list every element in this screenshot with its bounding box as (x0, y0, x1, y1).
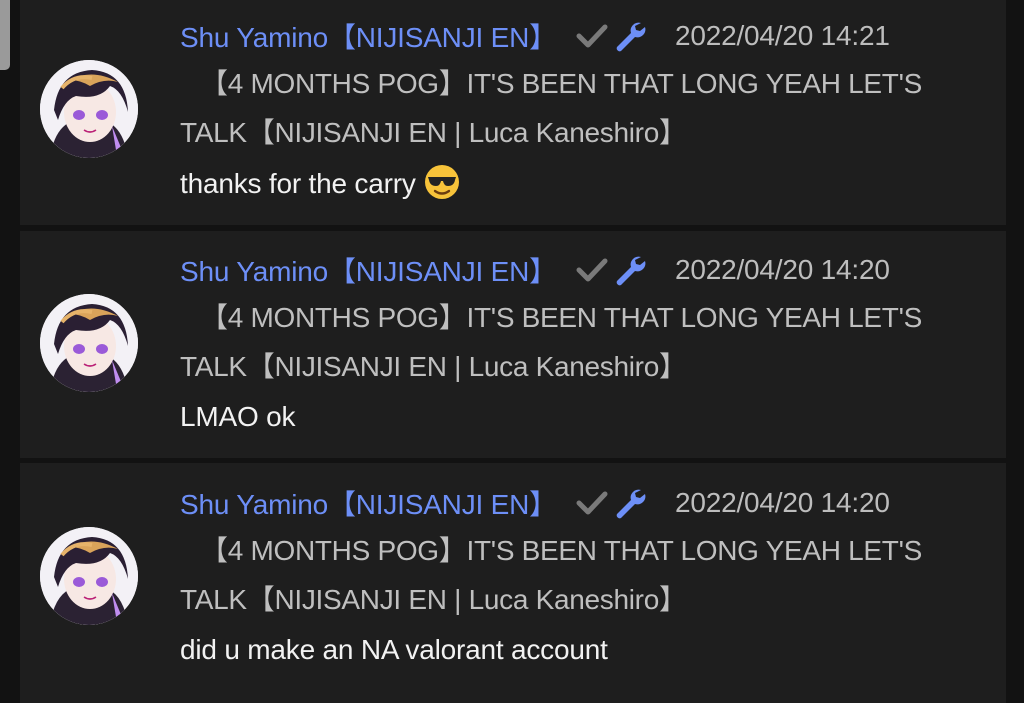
message-text: did u make an NA valorant account (180, 634, 608, 665)
comment-card[interactable]: Shu Yamino【NIJISANJI EN】 2022/04/20 14:2… (20, 463, 1006, 703)
wrench-moderator-icon (613, 486, 647, 520)
message-text: LMAO ok (180, 401, 296, 432)
timestamp: 2022/04/20 14:21 (674, 20, 890, 51)
comment-header: Shu Yamino【NIJISANJI EN】 2022/04/20 14:2… (180, 16, 890, 56)
comment-header: Shu Yamino【NIJISANJI EN】 2022/04/20 14:2… (180, 250, 890, 290)
video-title[interactable]: 【4 MONTHS POG】IT'S BEEN THAT LONG YEAH L… (180, 59, 980, 157)
video-title-line-2: TALK【NIJISANJI EN | Luca Kaneshiro】 (180, 584, 687, 615)
wrench-moderator-icon (613, 253, 647, 287)
message-text-wrapper: thanks for the carry (180, 164, 460, 204)
comment-card[interactable]: Shu Yamino【NIJISANJI EN】 2022/04/20 14:2… (20, 0, 1006, 225)
avatar[interactable] (40, 60, 138, 158)
smiling-face-with-sunglasses-icon (424, 164, 460, 200)
author-name[interactable]: Shu Yamino【NIJISANJI EN】 (180, 483, 557, 523)
wrench-moderator-icon (613, 19, 647, 53)
video-title-line-1: 【4 MONTHS POG】IT'S BEEN THAT LONG YEAH L… (200, 68, 923, 99)
video-title-line-2: TALK【NIJISANJI EN | Luca Kaneshiro】 (180, 117, 687, 148)
video-title[interactable]: 【4 MONTHS POG】IT'S BEEN THAT LONG YEAH L… (180, 526, 980, 624)
checkmark-verified-icon (575, 21, 609, 51)
avatar[interactable] (40, 294, 138, 392)
checkmark-verified-icon (575, 255, 609, 285)
timestamp: 2022/04/20 14:20 (674, 254, 890, 285)
checkmark-verified-icon (575, 488, 609, 518)
scrollbar-thumb[interactable] (0, 0, 10, 70)
comment-header: Shu Yamino【NIJISANJI EN】 2022/04/20 14:2… (180, 483, 890, 523)
message-text-wrapper: LMAO ok (180, 397, 296, 437)
video-title-line-1: 【4 MONTHS POG】IT'S BEEN THAT LONG YEAH L… (200, 535, 923, 566)
video-title-line-2: TALK【NIJISANJI EN | Luca Kaneshiro】 (180, 351, 687, 382)
author-name[interactable]: Shu Yamino【NIJISANJI EN】 (180, 250, 557, 290)
message-text-wrapper: did u make an NA valorant account (180, 630, 608, 670)
author-name[interactable]: Shu Yamino【NIJISANJI EN】 (180, 16, 557, 56)
timestamp: 2022/04/20 14:20 (674, 487, 890, 518)
avatar[interactable] (40, 527, 138, 625)
video-title[interactable]: 【4 MONTHS POG】IT'S BEEN THAT LONG YEAH L… (180, 293, 980, 391)
comment-card[interactable]: Shu Yamino【NIJISANJI EN】 2022/04/20 14:2… (20, 231, 1006, 458)
message-text: thanks for the carry (180, 168, 416, 199)
video-title-line-1: 【4 MONTHS POG】IT'S BEEN THAT LONG YEAH L… (200, 302, 923, 333)
